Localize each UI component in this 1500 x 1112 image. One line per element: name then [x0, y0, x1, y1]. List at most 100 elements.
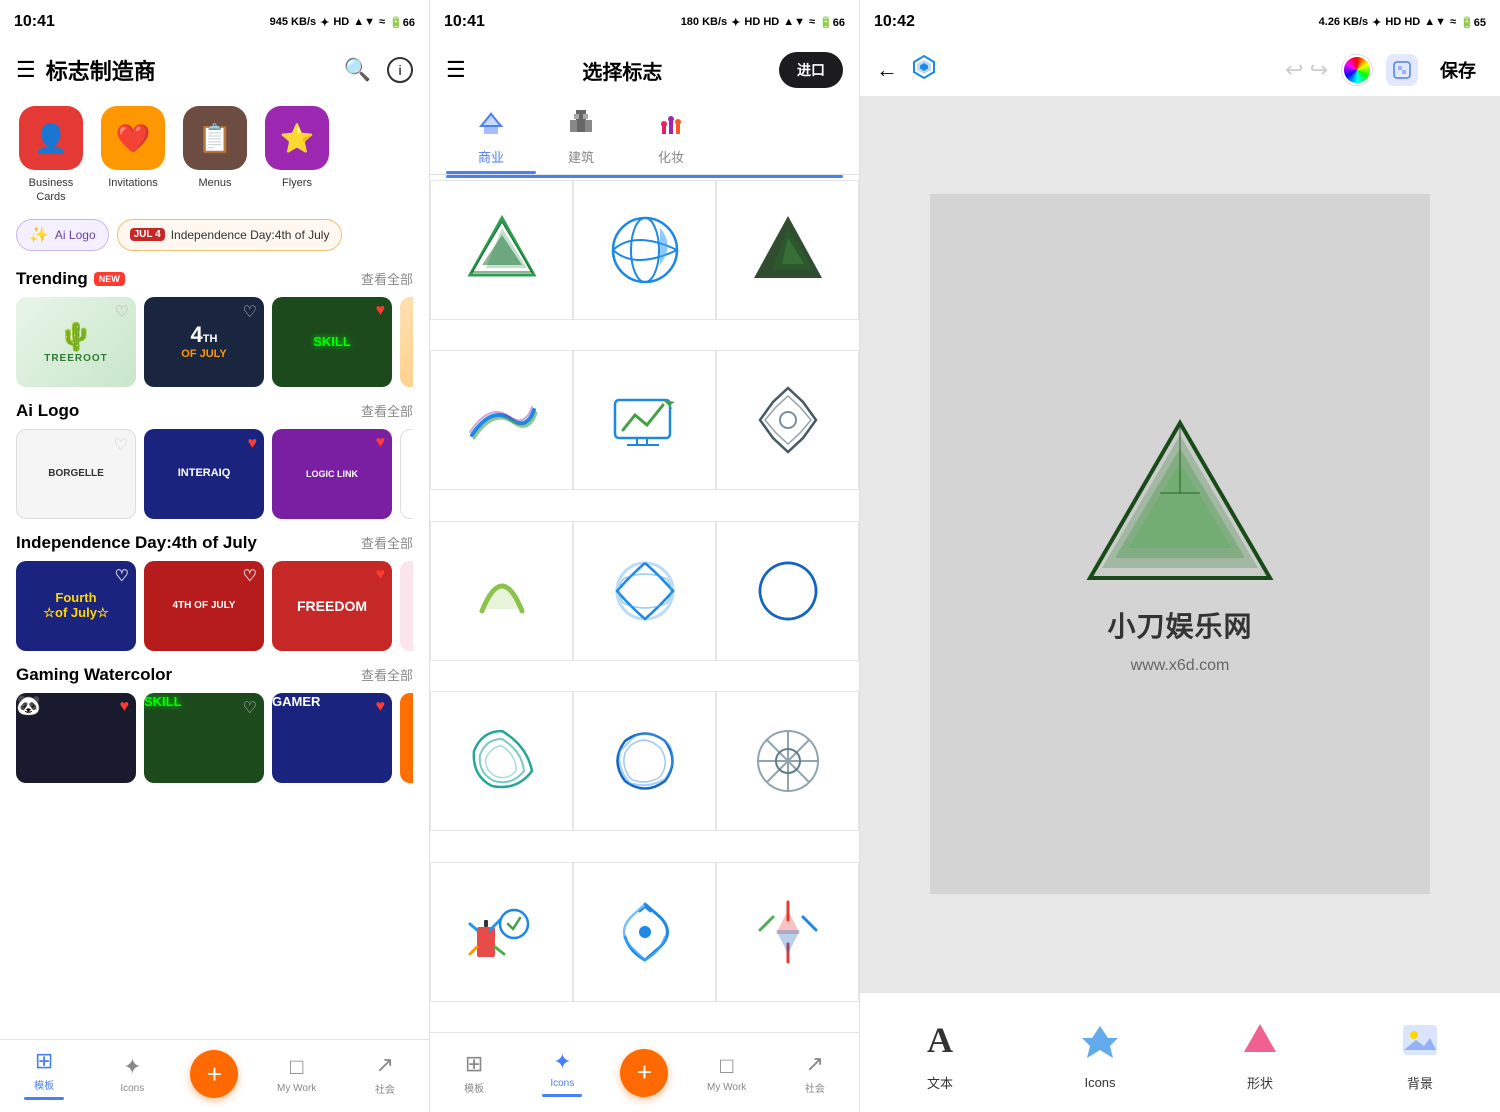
- category-business-cards[interactable]: 👤 BusinessCards: [16, 106, 86, 205]
- heart-icon-gamer1[interactable]: ♥: [120, 698, 130, 716]
- social-icon-2: ↗: [806, 1051, 824, 1077]
- tags-row-1: ✨ Ai Logo JUL 4 Independence Day:4th of …: [0, 215, 429, 259]
- menu-icon-1[interactable]: ☰: [16, 57, 36, 83]
- card-treeroot[interactable]: ♡ 🌵 TREEROOT: [16, 297, 136, 387]
- logo-cell-7[interactable]: [430, 521, 573, 661]
- card-fourth[interactable]: ♡ Fourth☆of July☆: [16, 561, 136, 651]
- category-flyers[interactable]: ⭐ Flyers: [262, 106, 332, 205]
- color-wheel-icon[interactable]: [1342, 55, 1372, 85]
- independence-viewall[interactable]: 查看全部: [361, 533, 413, 552]
- header-3: ← ↩ ↪ 保存: [860, 44, 1500, 96]
- tool-icons[interactable]: Icons: [1073, 1015, 1127, 1090]
- search-icon-1[interactable]: 🔍: [344, 57, 371, 83]
- nav-templates-2[interactable]: ⊞ 模板: [444, 1051, 504, 1095]
- canvas-background: 小刀娱乐网 www.x6d.com: [930, 194, 1430, 894]
- tool-background[interactable]: 背景: [1393, 1013, 1447, 1092]
- heart-icon-gamer2[interactable]: ♡: [243, 698, 257, 718]
- panel-1: 10:41 945 KB/s ✦ HD ▲▼ ≈ 🔋66 ☰ 标志制造商 🔍 i…: [0, 0, 430, 1112]
- trending-viewall[interactable]: 查看全部: [361, 269, 413, 288]
- redo-icon[interactable]: ↪: [1310, 57, 1328, 83]
- layers-icon[interactable]: [910, 53, 938, 87]
- card-borgelle[interactable]: ♡ BORGELLE: [16, 429, 136, 519]
- panel2-title: 选择标志: [582, 56, 662, 85]
- tab-cosmetics-label: 化妆: [658, 147, 684, 166]
- logo-cell-8[interactable]: [573, 521, 716, 661]
- tab-architecture[interactable]: 建筑: [536, 96, 626, 174]
- card-freedom[interactable]: ♥ FREEDOM: [272, 561, 392, 651]
- heart-icon-gamer3[interactable]: ♥: [376, 698, 386, 716]
- heart-icon-freedom[interactable]: ♥: [376, 566, 386, 584]
- nav-social-2[interactable]: ↗ 社会: [785, 1051, 845, 1095]
- gaming-viewall[interactable]: 查看全部: [361, 665, 413, 684]
- logo-cell-14[interactable]: [573, 862, 716, 1002]
- card-ind4[interactable]: [400, 561, 413, 651]
- tag-ai-logo[interactable]: ✨ Ai Logo: [16, 219, 109, 251]
- add-button-1[interactable]: +: [190, 1050, 238, 1098]
- logo-cell-5[interactable]: [573, 350, 716, 490]
- category-invitations[interactable]: ❤️ Invitations: [98, 106, 168, 205]
- card-logiclink[interactable]: ♥ LOGIC LINK: [272, 429, 392, 519]
- heart-icon-4thofjuly[interactable]: ♡: [243, 566, 257, 586]
- save-button[interactable]: 保存: [1432, 53, 1484, 87]
- panel-2: 10:41 180 KB/s ✦ HD HD ▲▼ ≈ 🔋66 ☰ 选择标志 进…: [430, 0, 860, 1112]
- nav-templates-1[interactable]: ⊞ 模板: [14, 1048, 74, 1100]
- logo-cell-2[interactable]: [573, 180, 716, 320]
- heart-icon-borgelle[interactable]: ♡: [114, 435, 128, 455]
- card-ai4[interactable]: [400, 429, 413, 519]
- logo-cell-15[interactable]: [716, 862, 859, 1002]
- canvas-area[interactable]: 小刀娱乐网 www.x6d.com: [860, 96, 1500, 992]
- heart-icon-treeroot[interactable]: ♡: [115, 302, 129, 322]
- add-button-2[interactable]: +: [620, 1049, 668, 1097]
- card-gamer3[interactable]: ♥ GAMER: [272, 693, 392, 783]
- heart-icon-interaiq[interactable]: ♥: [248, 434, 258, 453]
- nav-icons-1[interactable]: ✦ Icons: [102, 1054, 162, 1094]
- ailogo-viewall[interactable]: 查看全部: [361, 401, 413, 420]
- logo-cell-9[interactable]: [716, 521, 859, 661]
- tab-business-label: 商业: [478, 147, 504, 166]
- heart-icon-july[interactable]: ♡: [243, 302, 257, 322]
- logo-cell-6[interactable]: [716, 350, 859, 490]
- category-menus[interactable]: 📋 Menus: [180, 106, 250, 205]
- section-title-trending: Trending NEW: [16, 269, 125, 289]
- share-icon[interactable]: [1386, 54, 1418, 86]
- tab-indicator: [446, 175, 843, 178]
- logo-cell-3[interactable]: [716, 180, 859, 320]
- nav-social-1[interactable]: ↗ 社会: [355, 1052, 415, 1096]
- heart-icon-fourth[interactable]: ♡: [115, 566, 129, 586]
- logo-cell-4[interactable]: [430, 350, 573, 490]
- logo-cell-13[interactable]: [430, 862, 573, 1002]
- nav-icons-2[interactable]: ✦ Icons: [532, 1049, 592, 1097]
- nav-mywork-2[interactable]: □ My Work: [697, 1053, 757, 1093]
- logo-cell-1[interactable]: [430, 180, 573, 320]
- logo-cell-10[interactable]: [430, 691, 573, 831]
- section-title-independence: Independence Day:4th of July: [16, 533, 257, 553]
- heart-icon-logiclink[interactable]: ♥: [376, 434, 386, 452]
- tab-cosmetics[interactable]: 化妆: [626, 96, 716, 174]
- templates-icon-2: ⊞: [465, 1051, 483, 1077]
- card-skill[interactable]: ♥ SKILL: [272, 297, 392, 387]
- menu-icon-2[interactable]: ☰: [446, 57, 466, 83]
- header-1: ☰ 标志制造商 🔍 i: [0, 44, 429, 96]
- tool-shapes[interactable]: 形状: [1233, 1013, 1287, 1092]
- undo-icon[interactable]: ↩: [1285, 57, 1303, 83]
- heart-icon-skill[interactable]: ♥: [376, 302, 386, 320]
- logo-cell-12[interactable]: [716, 691, 859, 831]
- category-row-1: 👤 BusinessCards ❤️ Invitations 📋 Menus ⭐…: [0, 96, 429, 215]
- card-interaiq[interactable]: ♥ INTERAIQ: [144, 429, 264, 519]
- card-gamer4[interactable]: [400, 693, 413, 783]
- import-button[interactable]: 进口: [779, 52, 843, 88]
- tab-business[interactable]: 商业: [446, 96, 536, 174]
- card-cut[interactable]: [400, 297, 413, 387]
- tool-text[interactable]: A 文本: [913, 1013, 967, 1092]
- card-gamer1[interactable]: ♥ 🐼: [16, 693, 136, 783]
- sections-scroll-1[interactable]: Trending NEW 查看全部 ♡ 🌵 TREEROOT ♡ 4TH OF …: [0, 259, 429, 1039]
- card-gamer2[interactable]: ♡ SKILL: [144, 693, 264, 783]
- section-ai-logo: Ai Logo 查看全部 ♡ BORGELLE ♥ INTERAIQ ♥ LOG…: [0, 401, 429, 523]
- info-icon-1[interactable]: i: [387, 57, 413, 83]
- back-icon[interactable]: ←: [876, 57, 898, 83]
- nav-mywork-1[interactable]: □ My Work: [267, 1054, 327, 1094]
- logo-cell-11[interactable]: [573, 691, 716, 831]
- card-4thofjuly[interactable]: ♡ 4TH OF JULY: [144, 561, 264, 651]
- tag-independence-day[interactable]: JUL 4 Independence Day:4th of July: [117, 219, 343, 251]
- card-july[interactable]: ♡ 4TH OF JULY: [144, 297, 264, 387]
